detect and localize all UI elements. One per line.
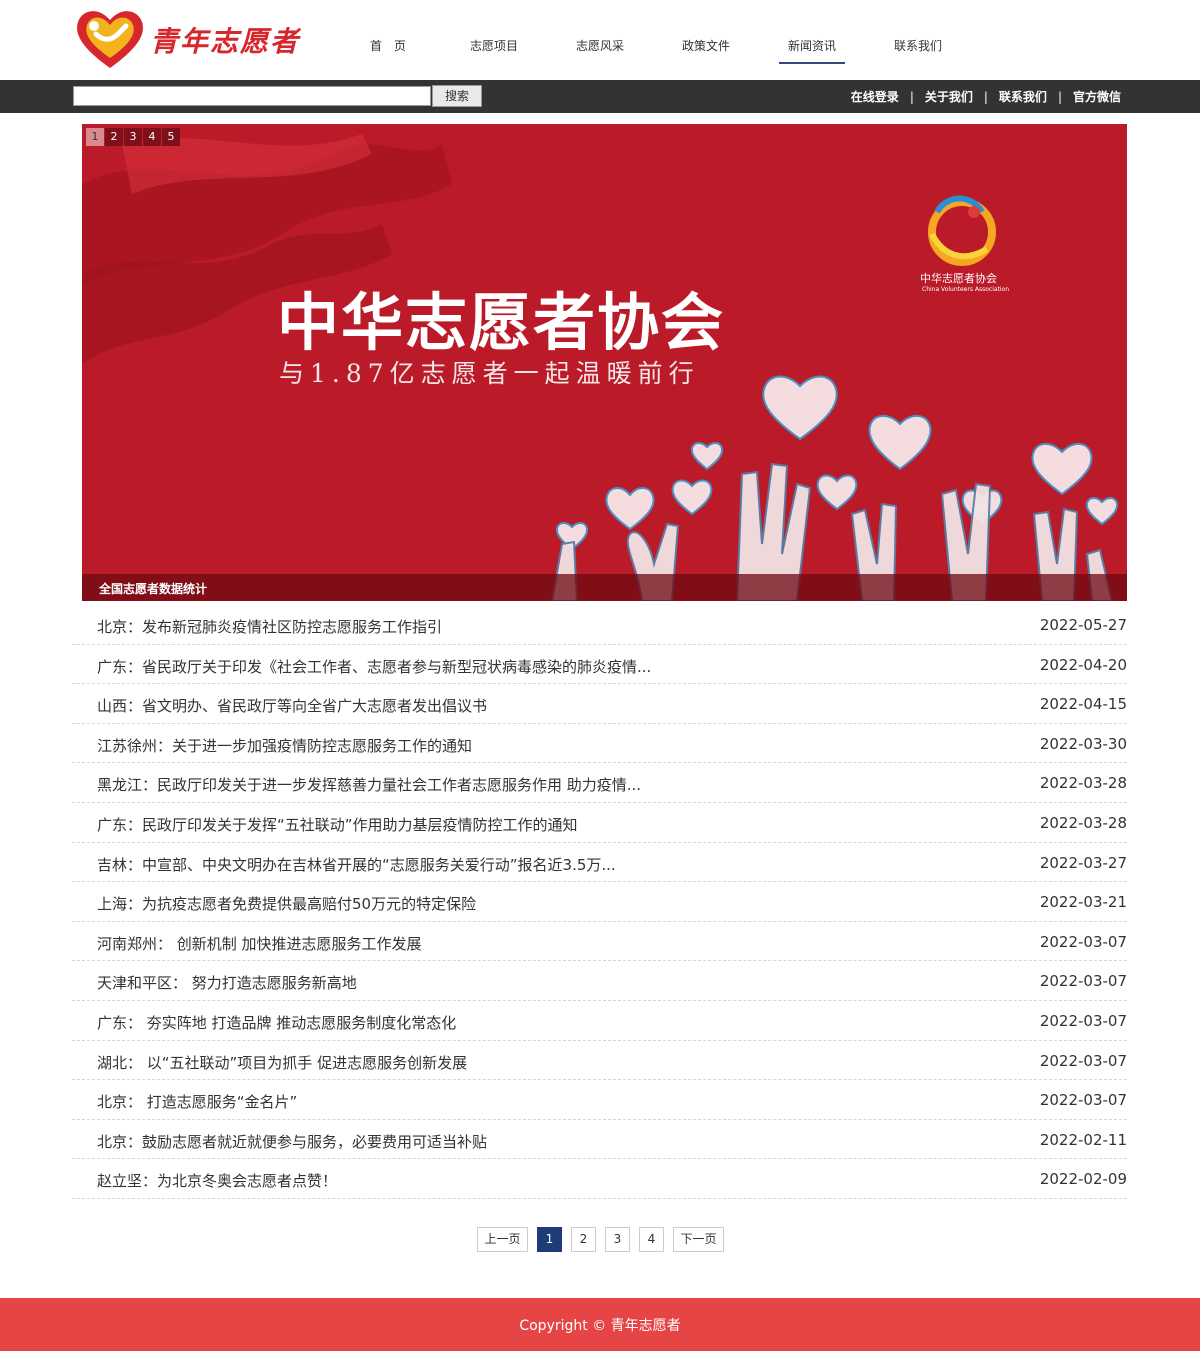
page-button-2[interactable]: 2	[571, 1227, 596, 1252]
next-page-button[interactable]: 下一页	[673, 1227, 724, 1252]
banner-page-dot[interactable]: 1	[86, 128, 104, 146]
news-title[interactable]: 河南郑州： 创新机制 加快推进志愿服务工作发展	[97, 933, 422, 954]
news-item[interactable]: 上海：为抗疫志愿者免费提供最高赔付50万元的特定保险 2022-03-21	[72, 882, 1127, 922]
news-title[interactable]: 天津和平区： 努力打造志愿服务新高地	[97, 972, 357, 993]
site-logo[interactable]: 青年志愿者	[72, 4, 322, 72]
banner-page-dot[interactable]: 5	[162, 128, 180, 146]
news-item[interactable]: 广东：民政厅印发关于发挥“五社联动”作用助力基层疫情防控工作的通知 2022-03…	[72, 803, 1127, 843]
news-item[interactable]: 江苏徐州：关于进一步加强疫情防控志愿服务工作的通知 2022-03-30	[72, 724, 1127, 764]
site-header: 青年志愿者 首 页 志愿项目 志愿风采 政策文件 新闻资讯 联系我们	[0, 0, 1200, 80]
top-bar: 搜索 在线登录 | 关于我们 | 联系我们 | 官方微信	[0, 80, 1200, 113]
news-title[interactable]: 北京：发布新冠肺炎疫情社区防控志愿服务工作指引	[97, 616, 442, 637]
banner-page-dot[interactable]: 3	[124, 128, 142, 146]
news-date: 2022-03-28	[1039, 774, 1127, 793]
news-title[interactable]: 吉林：中宣部、中央文明办在吉林省开展的“志愿服务关爱行动”报名近3.5万...	[97, 854, 616, 875]
news-date: 2022-03-07	[1039, 1011, 1127, 1030]
news-title[interactable]: 湖北： 以“五社联动”项目为抓手 促进志愿服务创新发展	[97, 1052, 467, 1073]
page-button-4[interactable]: 4	[639, 1227, 664, 1252]
news-date: 2022-04-15	[1039, 695, 1127, 714]
news-title[interactable]: 北京：鼓励志愿者就近就便参与服务，必要费用可适当补贴	[97, 1131, 487, 1152]
news-date: 2022-03-30	[1039, 734, 1127, 753]
nav-item-contact[interactable]: 联系我们	[865, 0, 971, 80]
news-item[interactable]: 吉林：中宣部、中央文明办在吉林省开展的“志愿服务关爱行动”报名近3.5万... 2…	[72, 843, 1127, 883]
news-item[interactable]: 赵立坚：为北京冬奥会志愿者点赞！ 2022-02-09	[72, 1159, 1127, 1199]
news-date: 2022-03-27	[1039, 853, 1127, 872]
news-date: 2022-05-27	[1039, 616, 1127, 634]
login-link[interactable]: 在线登录	[848, 88, 902, 105]
news-date: 2022-03-07	[1039, 1091, 1127, 1110]
banner-caption[interactable]: 全国志愿者数据统计	[99, 580, 207, 597]
news-title[interactable]: 赵立坚：为北京冬奥会志愿者点赞！	[97, 1170, 337, 1191]
site-logo-text: 青年志愿者	[150, 25, 301, 58]
banner-caption-bar: 全国志愿者数据统计	[82, 574, 1127, 601]
banner-slider[interactable]: 1 2 3 4 5 中华志愿者协会 与1.87亿志愿者一起温暖前行 中华志愿者协…	[82, 124, 1127, 601]
news-date: 2022-03-21	[1039, 893, 1127, 912]
news-title[interactable]: 北京： 打造志愿服务“金名片”	[97, 1091, 297, 1112]
news-item[interactable]: 黑龙江：民政厅印发关于进一步发挥慈善力量社会工作者志愿服务作用 助力疫情... 2…	[72, 763, 1127, 803]
banner-page-dot[interactable]: 4	[143, 128, 161, 146]
prev-page-button[interactable]: 上一页	[477, 1227, 528, 1252]
page-button-3[interactable]: 3	[605, 1227, 630, 1252]
news-title[interactable]: 广东：民政厅印发关于发挥“五社联动”作用助力基层疫情防控工作的通知	[97, 814, 578, 835]
news-date: 2022-02-11	[1039, 1130, 1127, 1149]
news-title[interactable]: 黑龙江：民政厅印发关于进一步发挥慈善力量社会工作者志愿服务作用 助力疫情...	[97, 774, 641, 795]
news-title[interactable]: 广东：省民政厅关于印发《社会工作者、志愿者参与新型冠状病毒感染的肺炎疫情...	[97, 656, 651, 677]
copyright-text: Copyright © 青年志愿者	[519, 1318, 681, 1334]
nav-item-showcase[interactable]: 志愿风采	[547, 0, 653, 80]
news-item[interactable]: 北京： 打造志愿服务“金名片” 2022-03-07	[72, 1080, 1127, 1120]
news-item[interactable]: 广东： 夯实阵地 打造品牌 推动志愿服务制度化常态化 2022-03-07	[72, 1001, 1127, 1041]
news-item[interactable]: 北京：鼓励志愿者就近就便参与服务，必要费用可适当补贴 2022-02-11	[72, 1120, 1127, 1160]
search-input[interactable]	[73, 86, 431, 106]
news-item[interactable]: 天津和平区： 努力打造志愿服务新高地 2022-03-07	[72, 961, 1127, 1001]
top-links: 在线登录 | 关于我们 | 联系我们 | 官方微信	[848, 80, 1124, 113]
news-date: 2022-03-28	[1039, 813, 1127, 832]
banner-page-dot[interactable]: 2	[105, 128, 123, 146]
main-nav: 首 页 志愿项目 志愿风采 政策文件 新闻资讯 联系我们	[335, 0, 971, 80]
nav-item-policy[interactable]: 政策文件	[653, 0, 759, 80]
news-date: 2022-02-09	[1039, 1170, 1127, 1189]
banner-pager: 1 2 3 4 5	[86, 128, 181, 146]
page-button-1[interactable]: 1	[537, 1227, 562, 1252]
news-title[interactable]: 广东： 夯实阵地 打造品牌 推动志愿服务制度化常态化	[97, 1012, 456, 1033]
news-item[interactable]: 广东：省民政厅关于印发《社会工作者、志愿者参与新型冠状病毒感染的肺炎疫情... 2…	[72, 645, 1127, 685]
news-item[interactable]: 湖北： 以“五社联动”项目为抓手 促进志愿服务创新发展 2022-03-07	[72, 1041, 1127, 1081]
news-item[interactable]: 山西：省文明办、省民政厅等向全省广大志愿者发出倡议书 2022-04-15	[72, 684, 1127, 724]
news-list: 北京：发布新冠肺炎疫情社区防控志愿服务工作指引 2022-05-27 广东：省民政…	[72, 605, 1127, 1199]
contact-link[interactable]: 联系我们	[996, 88, 1050, 105]
top-link-separator: |	[1057, 89, 1062, 104]
news-title[interactable]: 山西：省文明办、省民政厅等向全省广大志愿者发出倡议书	[97, 695, 487, 716]
nav-item-projects[interactable]: 志愿项目	[441, 0, 547, 80]
wechat-link[interactable]: 官方微信	[1070, 88, 1124, 105]
news-title[interactable]: 上海：为抗疫志愿者免费提供最高赔付50万元的特定保险	[97, 893, 476, 914]
top-link-separator: |	[983, 89, 988, 104]
about-link[interactable]: 关于我们	[922, 88, 976, 105]
news-item[interactable]: 北京：发布新冠肺炎疫情社区防控志愿服务工作指引 2022-05-27	[72, 605, 1127, 645]
pagination: 上一页 1 2 3 4 下一页	[477, 1227, 733, 1252]
heart-logo-icon	[77, 11, 143, 68]
search-button[interactable]: 搜索	[432, 85, 482, 107]
top-link-separator: |	[909, 89, 914, 104]
news-date: 2022-03-07	[1039, 1051, 1127, 1070]
news-date: 2022-03-07	[1039, 972, 1127, 991]
news-date: 2022-03-07	[1039, 932, 1127, 951]
banner-org-name-en: China Volunteers Association	[922, 286, 1010, 293]
banner-title: 中华志愿者协会	[277, 286, 726, 359]
banner-subtitle: 与1.87亿志愿者一起温暖前行	[279, 359, 700, 388]
news-date: 2022-04-20	[1039, 655, 1127, 674]
nav-item-news[interactable]: 新闻资讯	[759, 0, 865, 80]
news-item[interactable]: 河南郑州： 创新机制 加快推进志愿服务工作发展 2022-03-07	[72, 922, 1127, 962]
banner-org-name: 中华志愿者协会	[920, 272, 997, 285]
site-footer: Copyright © 青年志愿者	[0, 1298, 1200, 1351]
news-title[interactable]: 江苏徐州：关于进一步加强疫情防控志愿服务工作的通知	[97, 735, 472, 756]
nav-item-home[interactable]: 首 页	[335, 0, 441, 80]
